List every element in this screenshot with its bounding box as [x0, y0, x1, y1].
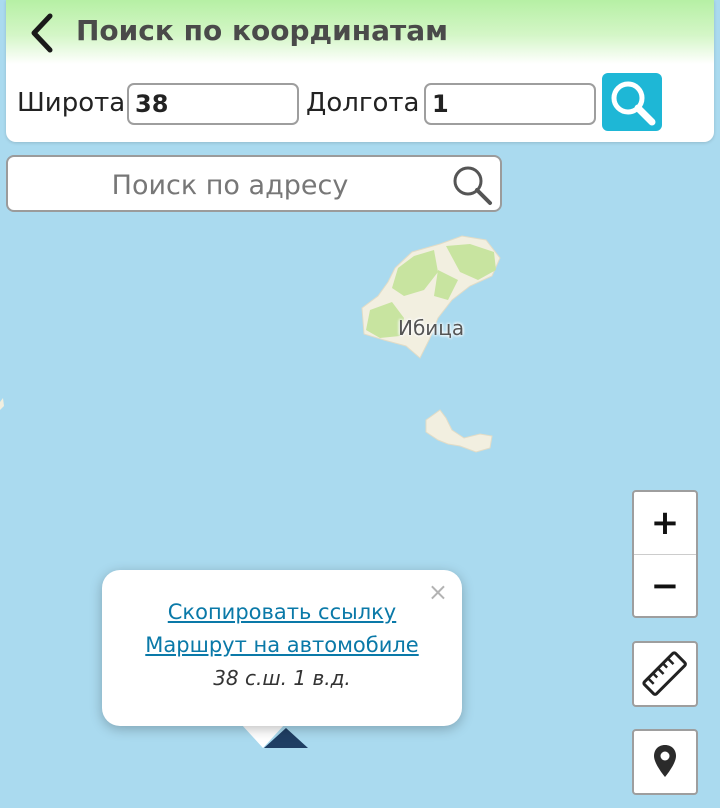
coordinate-search-button[interactable] [602, 73, 662, 131]
address-search-box [6, 155, 502, 212]
zoom-control: + − [632, 490, 698, 618]
longitude-input[interactable] [424, 83, 596, 125]
back-button[interactable] [24, 10, 64, 56]
zoom-in-button[interactable]: + [634, 492, 696, 555]
ruler-icon [642, 651, 687, 696]
close-icon[interactable]: × [428, 578, 448, 606]
search-icon[interactable] [450, 163, 494, 207]
islet [0, 398, 4, 410]
my-location-button[interactable] [632, 729, 698, 795]
latitude-label: Широта [17, 88, 126, 118]
latitude-input[interactable] [127, 83, 299, 125]
zoom-out-button[interactable]: − [634, 555, 696, 617]
coordinate-search-panel: Поиск по координатам Широта Долгота [6, 0, 714, 142]
longitude-label: Долгота [306, 88, 420, 118]
popup-tip [241, 724, 285, 748]
search-icon [611, 81, 656, 126]
island-formentera [425, 409, 493, 453]
map-pin-icon [654, 745, 676, 777]
address-search-input[interactable] [18, 165, 442, 205]
place-label-ibiza: Ибица [398, 316, 465, 340]
location-popup: × Скопировать ссылку Маршрут на автомоби… [102, 570, 462, 726]
chevron-left-icon [31, 13, 53, 53]
popup-coordinates: 38 с.ш. 1 в.д. [213, 666, 351, 690]
car-route-link[interactable]: Маршрут на автомобиле [102, 633, 462, 657]
copy-link[interactable]: Скопировать ссылку [102, 600, 462, 624]
measure-distance-button[interactable] [632, 641, 698, 707]
page-title: Поиск по координатам [76, 14, 448, 47]
